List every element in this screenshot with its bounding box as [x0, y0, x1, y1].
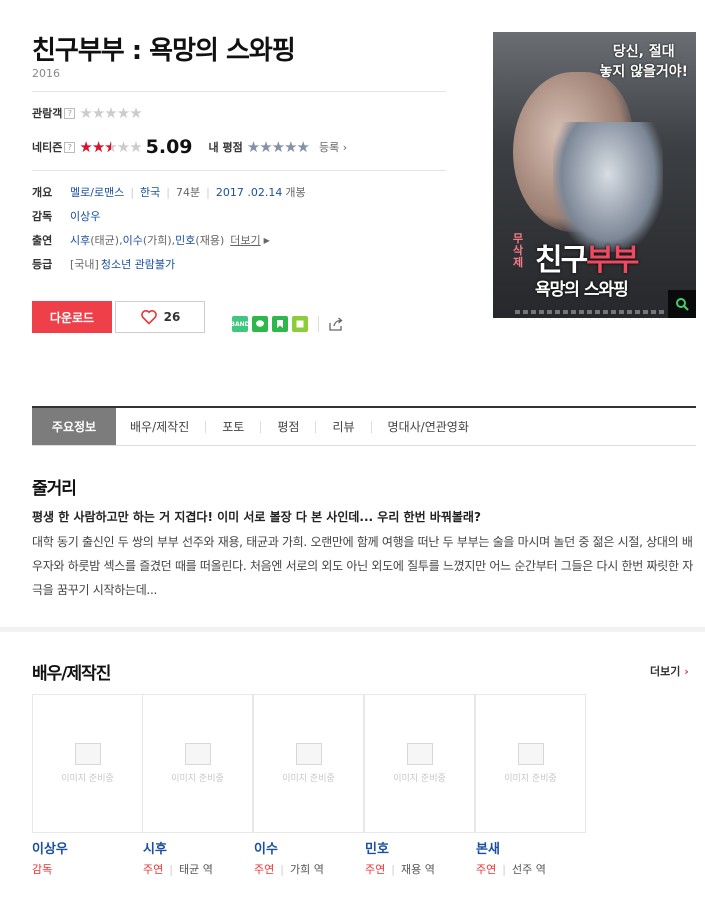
like-button[interactable]: 26: [115, 301, 205, 333]
movie-info: 개요 멜로/로맨스 | 한국 | 74분 | 2017 .02.14 개봉 감독…: [32, 180, 306, 276]
section-divider: [0, 627, 705, 632]
tab-review[interactable]: 리뷰: [332, 408, 354, 445]
director-label: 감독: [32, 210, 53, 223]
grade-row: 등급 [국내] 청소년 관람불가: [32, 252, 306, 276]
poster-subtitle: 욕망의 스와핑: [535, 280, 629, 300]
cast-name[interactable]: 이상우: [32, 838, 143, 857]
poster-title: 친구부부: [535, 243, 639, 278]
image-placeholder-icon: [295, 743, 322, 765]
register-rating-link[interactable]: 등록 ›: [319, 139, 347, 155]
overview-row: 개요 멜로/로맨스 | 한국 | 74분 | 2017 .02.14 개봉: [32, 184, 306, 200]
cast-label: 출연: [32, 234, 53, 247]
cast-role: 주연 | 선주 역: [476, 863, 546, 876]
like-count: 26: [163, 310, 181, 324]
cast-photo-placeholder[interactable]: 이미지 준비중: [142, 694, 253, 833]
image-placeholder-icon: [406, 743, 433, 765]
cast-card[interactable]: 이미지 준비중 이상우 감독: [32, 694, 143, 877]
cast-card[interactable]: 이미지 준비중 이수 주연 | 가희 역: [253, 694, 365, 877]
tab-cast[interactable]: 배우/제작진: [130, 408, 189, 445]
grade-prefix: [국내]: [70, 258, 99, 271]
image-placeholder-icon: [184, 743, 211, 765]
country-link[interactable]: 한국: [140, 184, 160, 200]
cast-link[interactable]: 민호: [175, 232, 195, 248]
movie-poster[interactable]: 당신, 절대 놓지 않을거야! 무삭제 친구부부 욕망의 스와핑: [493, 32, 696, 318]
netizen-stars: ★ ★ ★ ★ ★: [79, 139, 142, 155]
cast-role: 주연 | 재용 역: [365, 863, 435, 876]
download-button[interactable]: 다운로드: [32, 301, 112, 333]
tab-bar: 주요정보 배우/제작진 포토 평점 리뷰 명대사/연관영화: [32, 406, 696, 446]
grade-label: 등급: [32, 258, 53, 271]
cast-card[interactable]: 이미지 준비중 시후 주연 | 태균 역: [142, 694, 254, 877]
cast-card[interactable]: 이미지 준비중 본새 주연 | 선주 역: [475, 694, 587, 877]
zoom-button[interactable]: [668, 290, 696, 318]
cast-photo-placeholder[interactable]: 이미지 준비중: [364, 694, 475, 833]
cast-link[interactable]: 시후: [70, 232, 90, 248]
tab-quotes[interactable]: 명대사/연관영화: [388, 408, 469, 445]
movie-year: 2016: [32, 67, 60, 80]
cast-link[interactable]: 이수: [123, 232, 143, 248]
poster-credits: [515, 310, 665, 314]
divider: [318, 316, 319, 332]
audience-rating: 관람객 ? ★ ★ ★ ★ ★: [32, 103, 143, 123]
cast-list: 이미지 준비중 이상우 감독 이미지 준비중 시후 주연 | 태균 역 이미지 준비…: [32, 694, 587, 877]
runtime: 74분: [176, 186, 201, 199]
cast-name[interactable]: 이수: [254, 838, 365, 857]
synopsis-body: 대학 동기 출신인 두 쌍의 부부 선주와 재용, 태균과 가희. 오랜만에 함…: [32, 535, 693, 597]
triangle-right-icon: ▶: [263, 235, 270, 245]
synopsis-heading: 줄거리: [32, 479, 77, 499]
director-link[interactable]: 이상우: [70, 208, 100, 224]
cast-photo-placeholder[interactable]: 이미지 준비중: [475, 694, 586, 833]
my-rating-stars[interactable]: ★ ★ ★ ★ ★: [247, 139, 310, 155]
netizen-score: 5.09: [145, 136, 193, 158]
audience-label: 관람객: [32, 107, 63, 120]
bookmark-share-icon[interactable]: [272, 316, 288, 332]
synopsis-tagline: 평생 한 사람하고만 하는 거 지겹다! 이미 서로 볼장 다 본 사인데...…: [32, 510, 481, 524]
image-placeholder-icon: [74, 743, 101, 765]
cast-card[interactable]: 이미지 준비중 민호 주연 | 재용 역: [364, 694, 476, 877]
netizen-rating: 네티즌 ? ★★★★★ 5.09 내 평점 ★★★★★ 등록 ›: [32, 136, 347, 158]
help-icon[interactable]: ?: [64, 141, 76, 153]
help-icon[interactable]: ?: [64, 107, 76, 119]
cast-name[interactable]: 민호: [365, 838, 476, 857]
cast-section-more-link[interactable]: 더보기 ›: [650, 663, 689, 679]
divider: [32, 170, 446, 171]
cast-row: 출연 시후 (태균), 이수 (가희), 민호 (재용) 더보기 ▶: [32, 232, 270, 248]
poster-uncut: 무삭제: [513, 232, 524, 269]
tab-rating[interactable]: 평점: [277, 408, 299, 445]
heart-icon: [140, 310, 157, 325]
release-suffix: 개봉: [285, 186, 306, 199]
chevron-right-icon: ›: [342, 141, 348, 154]
cast-photo-placeholder[interactable]: 이미지 준비중: [253, 694, 364, 833]
search-icon: [676, 298, 689, 311]
tab-main-info[interactable]: 주요정보: [32, 408, 116, 445]
share-icons: BAND: [230, 316, 308, 332]
cast-role: 주연 | 태균 역: [143, 863, 213, 876]
director-row: 감독 이상우: [32, 204, 306, 228]
tab-photo[interactable]: 포토: [222, 408, 244, 445]
image-placeholder-icon: [517, 743, 544, 765]
cast-name[interactable]: 시후: [143, 838, 254, 857]
audience-stars: ★ ★ ★ ★ ★: [79, 103, 142, 122]
poster-tagline: 당신, 절대 놓지 않을거야!: [599, 44, 688, 80]
cast-photo-placeholder[interactable]: 이미지 준비중: [32, 694, 143, 833]
cast-role: 주연 | 가희 역: [254, 863, 324, 876]
overview-label: 개요: [32, 186, 53, 199]
grade-link[interactable]: 청소년 관람불가: [101, 256, 175, 272]
cast-role: 감독: [32, 863, 53, 876]
genre-link[interactable]: 멜로/로맨스: [70, 184, 124, 200]
cast-more-link[interactable]: 더보기: [230, 232, 260, 248]
cast-heading: 배우/제작진: [32, 664, 111, 684]
release-date-link[interactable]: 2017 .02.14: [216, 186, 282, 199]
square-share-icon[interactable]: [292, 316, 308, 332]
movie-title: 친구부부 : 욕망의 스와핑: [32, 36, 296, 66]
my-rating-label: 내 평점: [208, 141, 243, 154]
line-share-icon[interactable]: [252, 316, 268, 332]
chevron-right-icon: ›: [684, 665, 689, 678]
share-icon[interactable]: [327, 315, 345, 333]
netizen-label: 네티즌: [32, 141, 63, 154]
divider: [32, 91, 446, 92]
cast-name[interactable]: 본새: [476, 838, 587, 857]
band-share-icon[interactable]: BAND: [230, 316, 250, 332]
